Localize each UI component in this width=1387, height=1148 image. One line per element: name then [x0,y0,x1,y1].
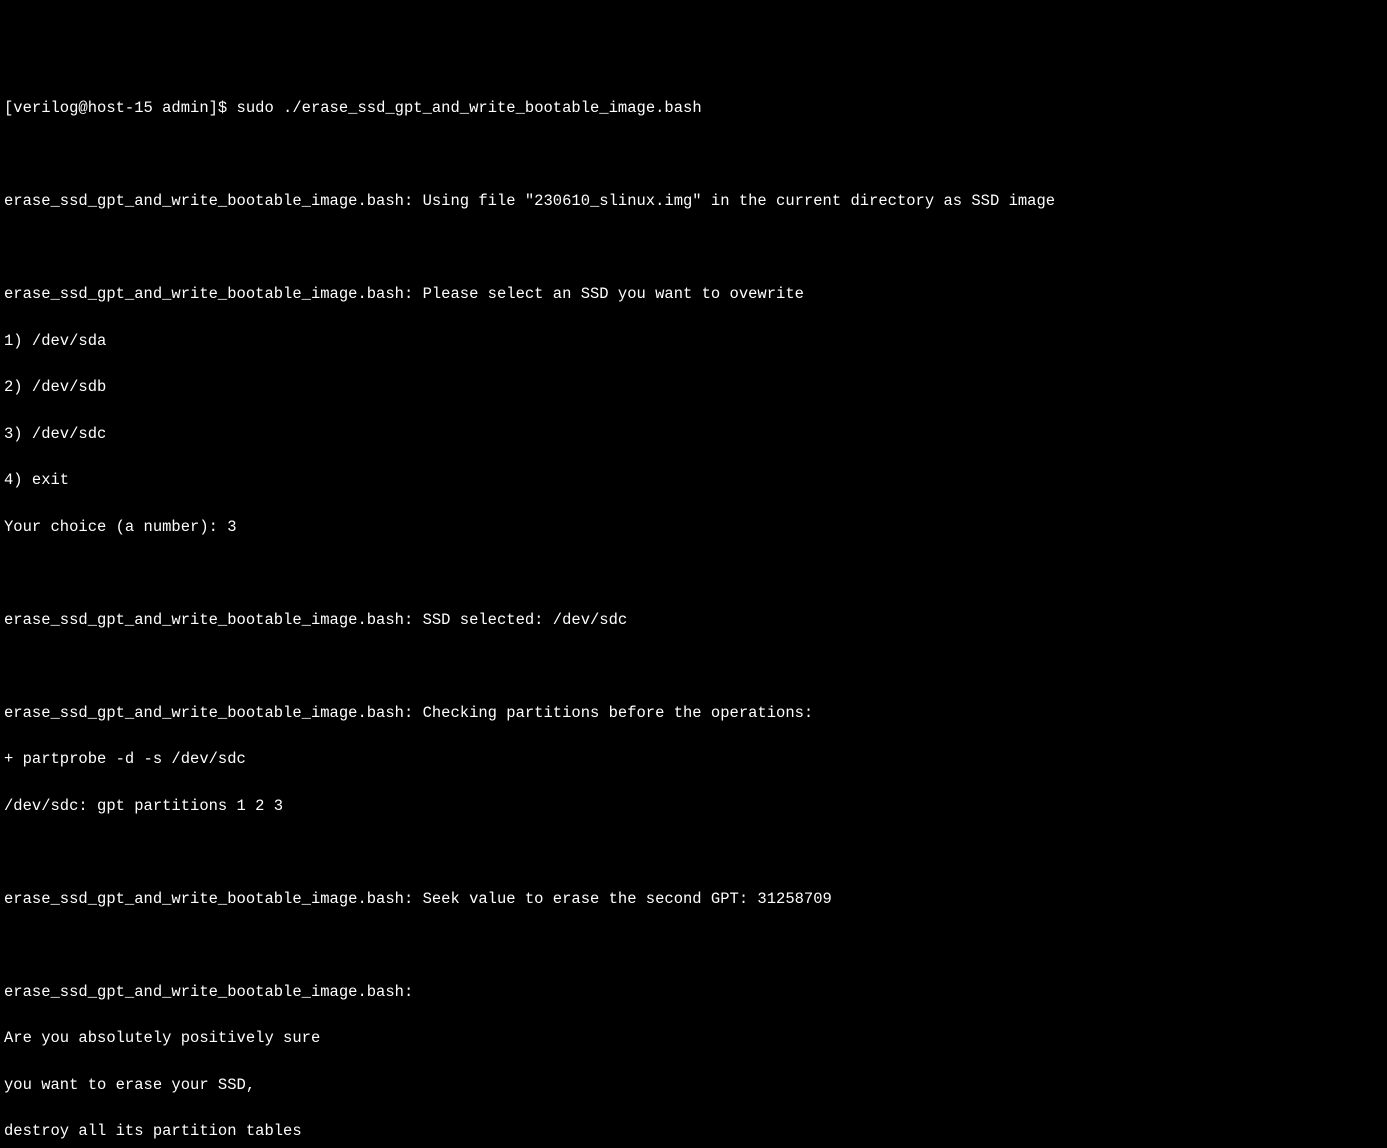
blank-line [4,841,1383,864]
menu-option-3: 3) /dev/sdc [4,423,1383,446]
shell-prompt: [verilog@host-15 admin]$ [4,99,237,117]
menu-option-1: 1) /dev/sda [4,330,1383,353]
blank-line [4,237,1383,260]
choice-input[interactable]: 3 [227,518,236,536]
output-confirm-3: destroy all its partition tables [4,1120,1383,1143]
output-partprobe-result: /dev/sdc: gpt partitions 1 2 3 [4,795,1383,818]
choice-prompt: Your choice (a number): [4,518,227,536]
output-confirm-1: Are you absolutely positively sure [4,1027,1383,1050]
output-seek-value: erase_ssd_gpt_and_write_bootable_image.b… [4,888,1383,911]
blank-line [4,144,1383,167]
output-confirm-2: you want to erase your SSD, [4,1074,1383,1097]
command-input[interactable]: sudo ./erase_ssd_gpt_and_write_bootable_… [237,99,702,117]
output-partprobe-cmd: + partprobe -d -s /dev/sdc [4,748,1383,771]
blank-line [4,934,1383,957]
blank-line [4,655,1383,678]
output-select-prompt: erase_ssd_gpt_and_write_bootable_image.b… [4,283,1383,306]
output-checking-partitions: erase_ssd_gpt_and_write_bootable_image.b… [4,702,1383,725]
menu-option-2: 2) /dev/sdb [4,376,1383,399]
menu-option-4: 4) exit [4,469,1383,492]
output-using-file: erase_ssd_gpt_and_write_bootable_image.b… [4,190,1383,213]
choice-line: Your choice (a number): 3 [4,516,1383,539]
output-confirm-header: erase_ssd_gpt_and_write_bootable_image.b… [4,981,1383,1004]
output-ssd-selected: erase_ssd_gpt_and_write_bootable_image.b… [4,609,1383,632]
prompt-line: [verilog@host-15 admin]$ sudo ./erase_ss… [4,97,1383,120]
